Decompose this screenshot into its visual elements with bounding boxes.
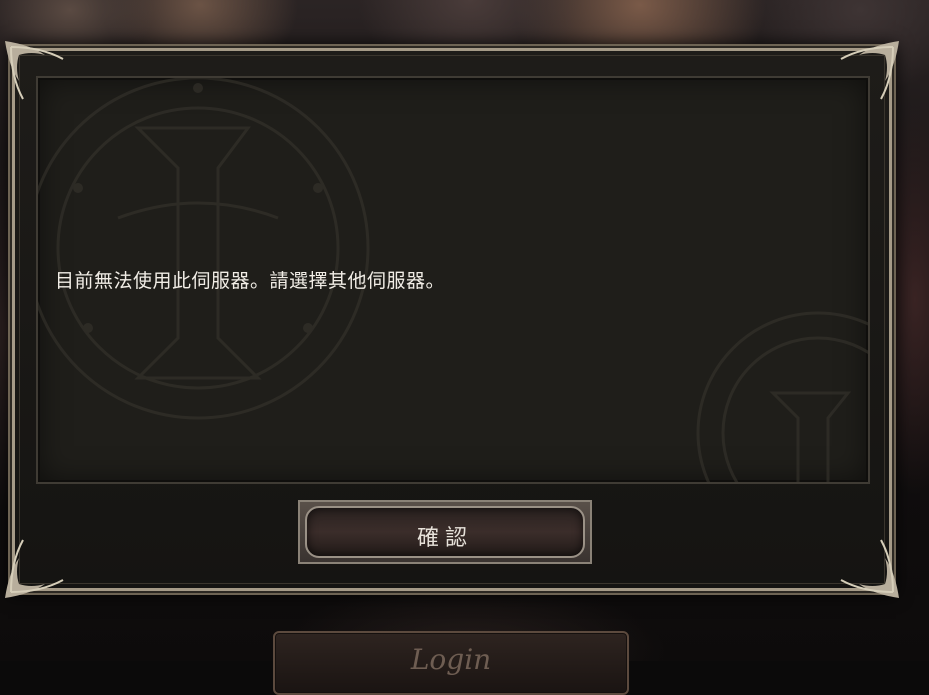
error-message: 目前無法使用此伺服器。請選擇其他伺服器。: [55, 270, 446, 292]
ornament-corner-icon: [5, 539, 64, 598]
ornament-corner-icon: [840, 41, 899, 100]
ornament-corner-icon: [840, 539, 899, 598]
ornament-corner-icon: [5, 41, 64, 100]
server-unavailable-dialog: 目前無法使用此伺服器。請選擇其他伺服器。 確認: [5, 41, 899, 598]
confirm-button-face: 確認: [305, 506, 585, 558]
confirm-button-label: 確認: [416, 526, 473, 551]
login-button[interactable]: Login: [273, 631, 629, 695]
guild-emblem-icon: [696, 311, 868, 482]
login-button-label: Login: [410, 643, 492, 676]
message-panel: 目前無法使用此伺服器。請選擇其他伺服器。: [36, 76, 870, 484]
confirm-button[interactable]: 確認: [298, 500, 592, 564]
